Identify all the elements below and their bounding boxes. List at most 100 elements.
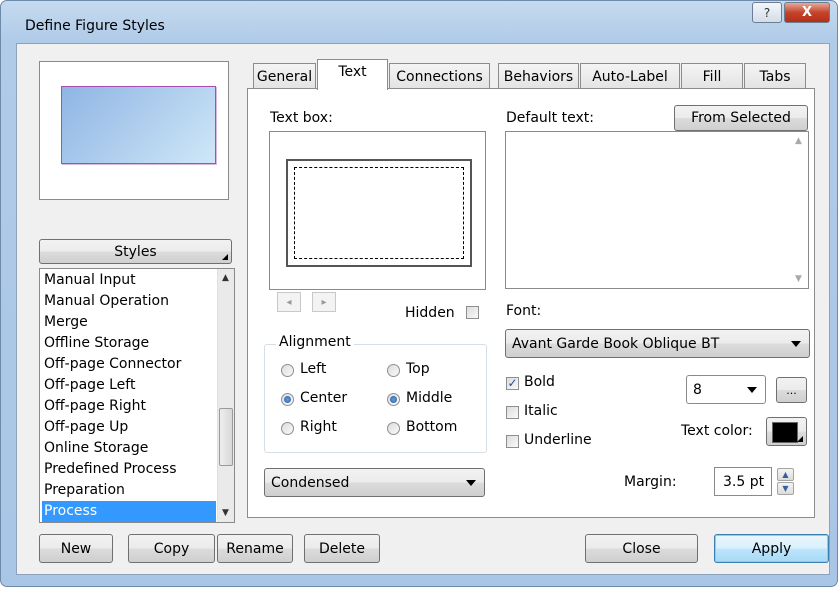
style-preview (39, 61, 229, 200)
radio-bottom[interactable] (387, 422, 400, 435)
tab-auto-label[interactable]: Auto-Label (580, 63, 680, 89)
default-text-area[interactable]: ▲ ▼ (505, 131, 809, 289)
list-item[interactable]: Off-page Right (42, 396, 216, 417)
list-item[interactable]: Manual Operation (42, 291, 216, 312)
spin-down-icon: ▼ (782, 484, 789, 493)
apply-button[interactable]: Apply (714, 534, 829, 563)
radio-top[interactable] (387, 364, 400, 377)
rename-button-label: Rename (226, 540, 284, 557)
copy-button[interactable]: Copy (128, 534, 215, 563)
list-item[interactable]: Offline Storage (42, 333, 216, 354)
list-item-selected[interactable]: Process (42, 501, 216, 522)
radio-top-label: Top (406, 361, 430, 377)
chevron-down-icon (466, 480, 476, 486)
from-selected-label: From Selected (691, 110, 791, 126)
radio-right-label: Right (300, 419, 337, 435)
rename-button[interactable]: Rename (217, 534, 293, 563)
radio-middle[interactable] (387, 393, 400, 406)
tab-general[interactable]: General (253, 63, 316, 89)
close-button-label: Close (622, 540, 661, 557)
radio-center-label: Center (300, 390, 348, 406)
hidden-checkbox[interactable] (466, 306, 479, 319)
chevron-left-icon: ◂ (286, 296, 292, 308)
margin-input[interactable]: 3.5 pt (714, 467, 772, 496)
dialog-window: Define Figure Styles ? X Styles Manual I… (0, 0, 838, 587)
margin-spin-down[interactable]: ▼ (777, 482, 794, 495)
dialog-client-area: Styles Manual Input Manual Operation Mer… (16, 43, 830, 575)
list-item[interactable]: Merge (42, 312, 216, 333)
list-item[interactable]: Preparation (42, 480, 216, 501)
close-button[interactable]: Close (585, 534, 698, 563)
window-title: Define Figure Styles (25, 18, 165, 34)
margin-value: 3.5 pt (723, 473, 765, 490)
title-bar: Define Figure Styles ? X (1, 1, 837, 43)
font-size-value: 8 (693, 381, 702, 398)
underline-label: Underline (524, 432, 592, 448)
textbox-label: Text box: (270, 110, 333, 126)
textbox-inner-dashed (294, 167, 464, 259)
from-selected-button[interactable]: From Selected (674, 105, 808, 131)
margin-spin-up[interactable]: ▲ (777, 468, 794, 481)
list-scrollbar[interactable]: ▲ ▼ (217, 269, 234, 522)
spacing-value: Condensed (271, 474, 350, 491)
new-button-label: New (60, 540, 92, 557)
tab-text[interactable]: Text (317, 59, 388, 90)
radio-left[interactable] (281, 364, 294, 377)
text-color-label: Text color: (681, 423, 753, 439)
scroll-down-icon[interactable]: ▼ (795, 274, 802, 284)
textbox-preview[interactable] (269, 131, 486, 290)
italic-label: Italic (524, 403, 558, 419)
tab-fill[interactable]: Fill (681, 63, 743, 89)
styles-menu-button[interactable]: Styles (39, 239, 232, 264)
styles-button-label: Styles (114, 243, 157, 260)
hidden-label: Hidden (405, 305, 455, 321)
alignment-title: Alignment (276, 334, 354, 350)
delete-button[interactable]: Delete (304, 534, 380, 563)
spin-up-icon: ▲ (782, 470, 789, 479)
window-close-button[interactable]: X (784, 2, 830, 23)
list-item[interactable]: Online Storage (42, 438, 216, 459)
font-more-button[interactable]: ... (776, 377, 807, 403)
tab-connections[interactable]: Connections (389, 63, 490, 89)
font-dropdown[interactable]: Avant Garde Book Oblique BT (505, 329, 810, 358)
scroll-thumb[interactable] (219, 408, 233, 466)
list-item[interactable]: Manual Input (42, 270, 216, 291)
text-color-button[interactable] (766, 417, 807, 446)
spacing-dropdown[interactable]: Condensed (264, 468, 485, 497)
bold-checkbox[interactable]: ✓ (506, 377, 519, 390)
italic-checkbox[interactable] (506, 406, 519, 419)
menu-corner-icon (797, 436, 803, 442)
textbox-outline (286, 159, 472, 267)
list-item[interactable]: Predefined Process (42, 459, 216, 480)
radio-right[interactable] (281, 422, 294, 435)
textbox-prev-button[interactable]: ◂ (277, 292, 301, 312)
bold-label: Bold (524, 374, 555, 390)
new-button[interactable]: New (39, 534, 113, 563)
alignment-group (264, 344, 487, 453)
tab-tabs[interactable]: Tabs (744, 63, 806, 89)
help-button[interactable]: ? (752, 2, 782, 23)
textbox-next-button[interactable]: ▸ (312, 292, 336, 312)
margin-label: Margin: (624, 474, 677, 490)
chevron-down-icon (791, 341, 801, 347)
scroll-up-icon[interactable]: ▲ (222, 273, 229, 283)
font-size-dropdown[interactable]: 8 (686, 375, 766, 404)
list-item[interactable]: Off-page Up (42, 417, 216, 438)
chevron-right-icon: ▸ (321, 296, 327, 308)
underline-checkbox[interactable] (506, 435, 519, 448)
scroll-down-icon[interactable]: ▼ (222, 508, 229, 518)
styles-list[interactable]: Manual Input Manual Operation Merge Offl… (39, 268, 235, 523)
apply-button-label: Apply (751, 540, 792, 557)
scroll-up-icon[interactable]: ▲ (795, 136, 802, 146)
default-text-label: Default text: (506, 110, 594, 126)
default-text-scrollbar[interactable]: ▲ ▼ (791, 132, 808, 288)
help-icon: ? (763, 5, 771, 20)
list-item[interactable]: Off-page Left (42, 375, 216, 396)
delete-button-label: Delete (319, 540, 365, 557)
font-value: Avant Garde Book Oblique BT (512, 335, 720, 352)
ellipsis-icon: ... (786, 383, 797, 397)
tab-behaviors[interactable]: Behaviors (498, 63, 579, 89)
preview-shape (61, 86, 216, 164)
list-item[interactable]: Off-page Connector (42, 354, 216, 375)
radio-center[interactable] (281, 393, 294, 406)
